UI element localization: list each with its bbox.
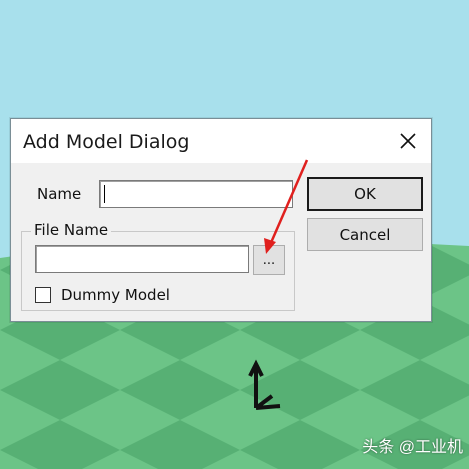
- text-caret: [104, 185, 105, 203]
- file-name-group-label: File Name: [31, 221, 112, 239]
- dummy-model-checkbox[interactable]: [35, 287, 51, 303]
- close-icon: [400, 133, 416, 149]
- ok-button[interactable]: OK: [307, 177, 423, 211]
- dummy-model-label[interactable]: Dummy Model: [61, 286, 170, 304]
- close-button[interactable]: [385, 119, 431, 163]
- browse-button[interactable]: ...: [253, 245, 285, 275]
- cancel-button[interactable]: Cancel: [307, 218, 423, 251]
- file-name-input[interactable]: [35, 245, 249, 273]
- add-model-dialog: Add Model Dialog Name OK Cancel File Nam…: [10, 118, 432, 322]
- watermark: 头条 @工业机: [362, 439, 463, 456]
- name-input[interactable]: [99, 180, 293, 208]
- dialog-title: Add Model Dialog: [23, 131, 190, 153]
- dialog-titlebar: Add Model Dialog: [11, 119, 431, 163]
- name-label: Name: [37, 185, 82, 203]
